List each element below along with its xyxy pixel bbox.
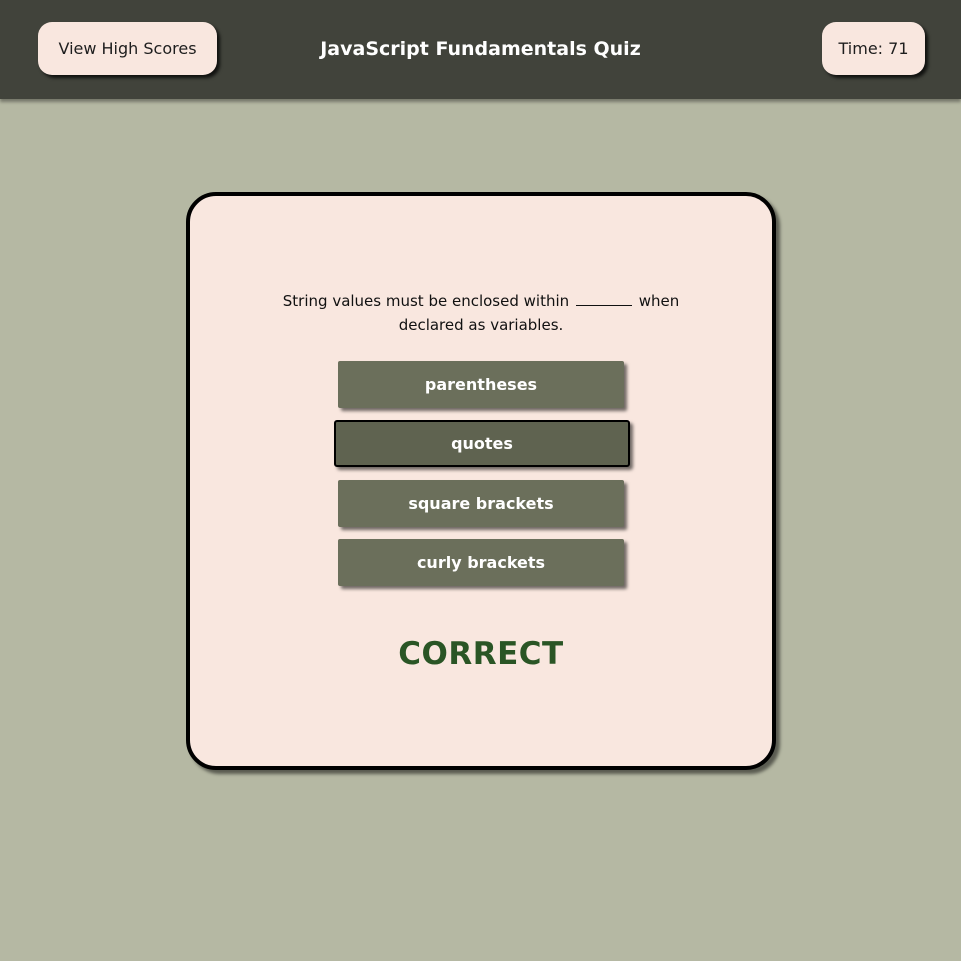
quiz-card: String values must be enclosed within wh… [186, 192, 776, 770]
answer-feedback: CORRECT [398, 636, 564, 672]
question-text: String values must be enclosed within wh… [260, 289, 702, 337]
timer-display: Time: 71 [822, 22, 925, 75]
question-text-start: String values must be enclosed within [282, 292, 570, 310]
answer-button-parentheses[interactable]: parentheses [338, 361, 624, 408]
answer-button-quotes[interactable]: quotes [334, 420, 630, 467]
answer-button-curly-brackets[interactable]: curly brackets [338, 539, 624, 586]
question-blank [575, 291, 632, 306]
page-title: JavaScript Fundamentals Quiz [320, 38, 641, 60]
top-bar: View High Scores JavaScript Fundamentals… [0, 0, 961, 99]
timer-value: 71 [888, 39, 909, 58]
timer-label: Time: [838, 39, 884, 58]
answer-button-square-brackets[interactable]: square brackets [338, 480, 624, 527]
